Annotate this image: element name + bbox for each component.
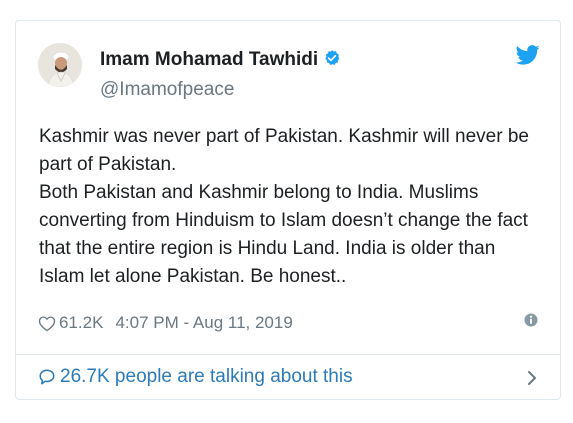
author-name-text: Imam Mohamad Tawhidi [100, 49, 319, 70]
info-icon[interactable] [524, 313, 538, 327]
tweet-text: Kashmir was never part of Pakistan. Kash… [39, 123, 544, 291]
verified-badge-icon [325, 50, 340, 65]
avatar-image [38, 43, 82, 87]
talking-about-link[interactable]: 26.7K people are talking about this [38, 366, 353, 388]
tweet-timestamp[interactable]: 4:07 PM - Aug 11, 2019 [115, 313, 292, 333]
heart-icon[interactable] [38, 315, 56, 332]
chevron-right-icon[interactable] [526, 370, 538, 386]
author-handle[interactable]: @Imamofpeace [100, 79, 234, 101]
tweet-text-line: Kashmir was never part of Pakistan. Kash… [39, 126, 529, 175]
talking-about-label: 26.7K people are talking about this [60, 366, 353, 387]
speech-bubble-icon [39, 369, 55, 385]
avatar[interactable] [38, 43, 82, 87]
like-count[interactable]: 61.2K [59, 313, 103, 333]
twitter-bird-icon[interactable] [516, 45, 540, 65]
divider [16, 354, 560, 355]
author-name[interactable]: Imam Mohamad Tawhidi [100, 49, 341, 71]
tweet-text-line: Both Pakistan and Kashmir belong to Indi… [39, 182, 528, 287]
tweet-meta: 61.2K 4:07 PM - Aug 11, 2019 [38, 313, 293, 333]
tweet-card: Imam Mohamad Tawhidi @Imamofpeace Kashmi… [15, 20, 561, 400]
